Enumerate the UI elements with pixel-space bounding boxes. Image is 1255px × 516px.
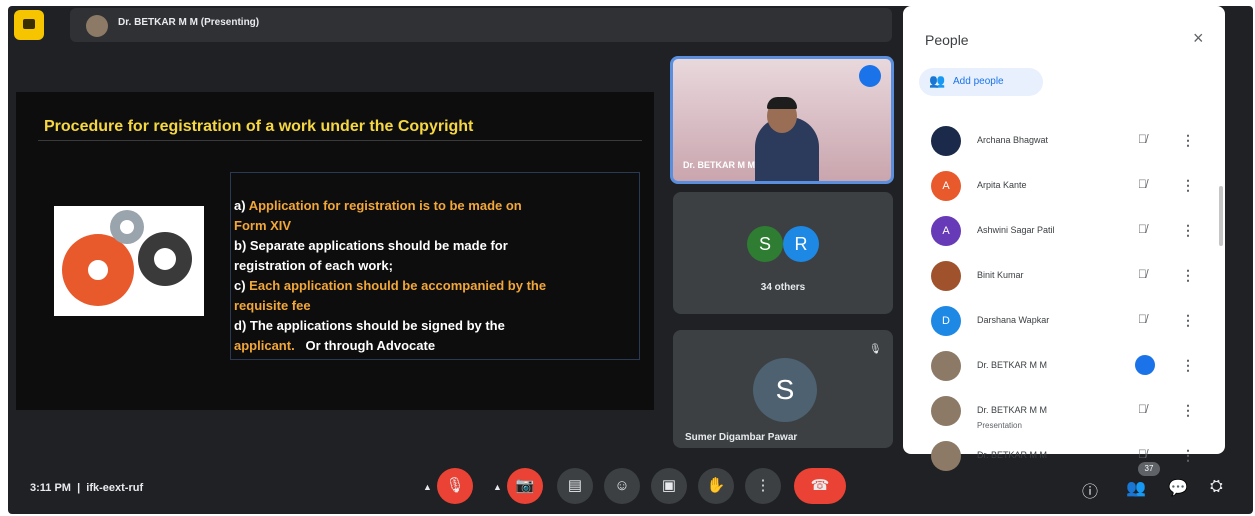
close-icon[interactable]: × (1193, 28, 1204, 49)
mic-off-icon[interactable]: 🎙̸ (1138, 177, 1147, 191)
participant-name: Binit Kumar (977, 270, 1024, 280)
others-tile[interactable]: S R 34 others (673, 192, 893, 314)
participant-row[interactable]: Dr. BETKAR M M Presentation 🎙̸ ⋮ (903, 396, 1225, 441)
avatar (931, 441, 961, 471)
mic-off-icon: 🎙 (869, 344, 882, 355)
people-icon[interactable]: 👥 (1126, 478, 1146, 498)
mic-off-icon[interactable]: 🎙̸ (1138, 447, 1147, 461)
slide-line: d) The applications should be signed by … (234, 318, 505, 333)
slide-line: b) Separate applications should be made … (234, 238, 508, 253)
participant-name: Dr. BETKAR M M (977, 360, 1048, 370)
camera-button[interactable]: 📷 (507, 468, 543, 504)
chat-icon[interactable]: 💬 (1168, 478, 1188, 498)
slide-line: a) Application for registration is to be… (234, 198, 522, 213)
participant-count-badge: 37 (1138, 462, 1160, 476)
more-options-icon[interactable]: ⋮ (1181, 312, 1195, 329)
participant-name: Ashwini Sagar Patil (977, 225, 1055, 235)
avatar: S (753, 358, 817, 422)
avatar (931, 351, 961, 381)
participant-tag: Presentation (977, 421, 1022, 430)
mic-options-chevron-icon[interactable]: ▲ (423, 482, 432, 492)
slide-line: registration of each work; (234, 258, 393, 273)
avatar (931, 126, 961, 156)
activities-icon[interactable]: ⛭ (1210, 478, 1223, 496)
captions-button[interactable]: ▤ (557, 468, 593, 504)
participant-name: Darshana Wapkar (977, 315, 1050, 325)
camera-options-chevron-icon[interactable]: ▲ (493, 482, 502, 492)
mic-off-icon[interactable]: 🎙̸ (1138, 312, 1147, 326)
presenter-hair (767, 97, 797, 109)
more-options-icon[interactable]: ⋮ (1181, 132, 1195, 149)
avatar: A (931, 171, 961, 201)
slide-line: Form XIV (234, 218, 292, 233)
dark-gear-hole (154, 248, 176, 270)
panel-title: People (925, 32, 969, 48)
people-panel: People × 👥 Add people Archana Bhagwat 🎙̸ ⋮… (903, 6, 1225, 471)
participant-row[interactable]: Binit Kumar 🎙̸ ⋮ (903, 261, 1225, 306)
more-options-icon[interactable]: ⋮ (1181, 402, 1195, 419)
participant-row[interactable]: Dr. BETKAR M M ⋮ (903, 351, 1225, 396)
more-options-icon[interactable]: ⋮ (1181, 267, 1195, 284)
mic-off-icon[interactable]: 🎙̸ (1138, 402, 1147, 416)
presenter-tile-name: Dr. BETKAR M M (683, 160, 755, 170)
participant-tile[interactable]: 🎙 S Sumer Digambar Pawar (673, 330, 893, 448)
participant-row[interactable]: A Ashwini Sagar Patil 🎙̸ ⋮ (903, 216, 1225, 261)
participant-name: Arpita Kante (977, 180, 1027, 190)
slide-line: c) Each application should be accompanie… (234, 278, 547, 293)
grey-gear-hole (120, 220, 134, 234)
leave-call-button[interactable]: ☎ (794, 468, 846, 504)
speaking-indicator-icon (1135, 355, 1155, 375)
speaking-indicator-icon (859, 65, 881, 87)
meet-logo-icon[interactable] (14, 10, 44, 40)
participant-tile-name: Sumer Digambar Pawar (685, 432, 798, 443)
scrollbar[interactable] (1219, 186, 1223, 246)
gears-image (54, 206, 204, 316)
participant-row[interactable]: D Darshana Wapkar 🎙̸ ⋮ (903, 306, 1225, 351)
mic-off-icon[interactable]: 🎙̸ (1138, 267, 1147, 281)
avatar (931, 396, 961, 426)
raise-hand-button[interactable]: ✋ (698, 468, 734, 504)
info-icon[interactable]: ⓘ (1082, 478, 1098, 502)
shared-slide: Procedure for registration of a work und… (16, 92, 654, 410)
more-options-icon[interactable]: ⋮ (1181, 222, 1195, 239)
participant-name: Dr. BETKAR M M (977, 450, 1048, 460)
avatar-r: R (783, 226, 819, 262)
mic-off-icon[interactable]: 🎙̸ (1138, 222, 1147, 236)
mic-button[interactable]: 🎙 (437, 468, 473, 504)
participant-row[interactable]: Archana Bhagwat 🎙̸ ⋮ (903, 126, 1225, 171)
slide-bullets: a) Application for registration is to be… (234, 196, 634, 356)
participant-name: Dr. BETKAR M M (977, 405, 1048, 415)
more-options-button[interactable]: ⋮ (745, 468, 781, 504)
participant-name: Archana Bhagwat (977, 135, 1049, 145)
add-person-icon: 👥 (929, 73, 946, 88)
more-options-icon[interactable]: ⋮ (1181, 447, 1195, 464)
presenter-avatar (86, 15, 108, 37)
emoji-button[interactable]: ☺ (604, 468, 640, 504)
present-button[interactable]: ▣ (651, 468, 687, 504)
others-count: 34 others (760, 282, 806, 293)
add-people-button[interactable]: 👥 Add people (919, 68, 1043, 96)
mic-off-icon[interactable]: 🎙̸ (1138, 132, 1147, 146)
avatar (931, 261, 961, 291)
participant-row[interactable]: A Arpita Kante 🎙̸ ⋮ (903, 171, 1225, 216)
meeting-info: 3:11 PM | ifk-eext-ruf (30, 482, 144, 494)
slide-line: applicant. Or through Advocate (234, 338, 436, 353)
slide-title: Procedure for registration of a work und… (44, 118, 474, 135)
more-options-icon[interactable]: ⋮ (1181, 357, 1195, 374)
slide-line: requisite fee (234, 298, 311, 313)
avatar: A (931, 216, 961, 246)
add-people-label: Add people (953, 76, 1004, 87)
presenting-label: Dr. BETKAR M M (Presenting) (118, 17, 260, 28)
avatar-s: S (747, 226, 783, 262)
avatar: D (931, 306, 961, 336)
orange-gear-hole (82, 254, 114, 286)
more-options-icon[interactable]: ⋮ (1181, 177, 1195, 194)
presenter-video-tile[interactable]: Dr. BETKAR M M (670, 56, 894, 184)
